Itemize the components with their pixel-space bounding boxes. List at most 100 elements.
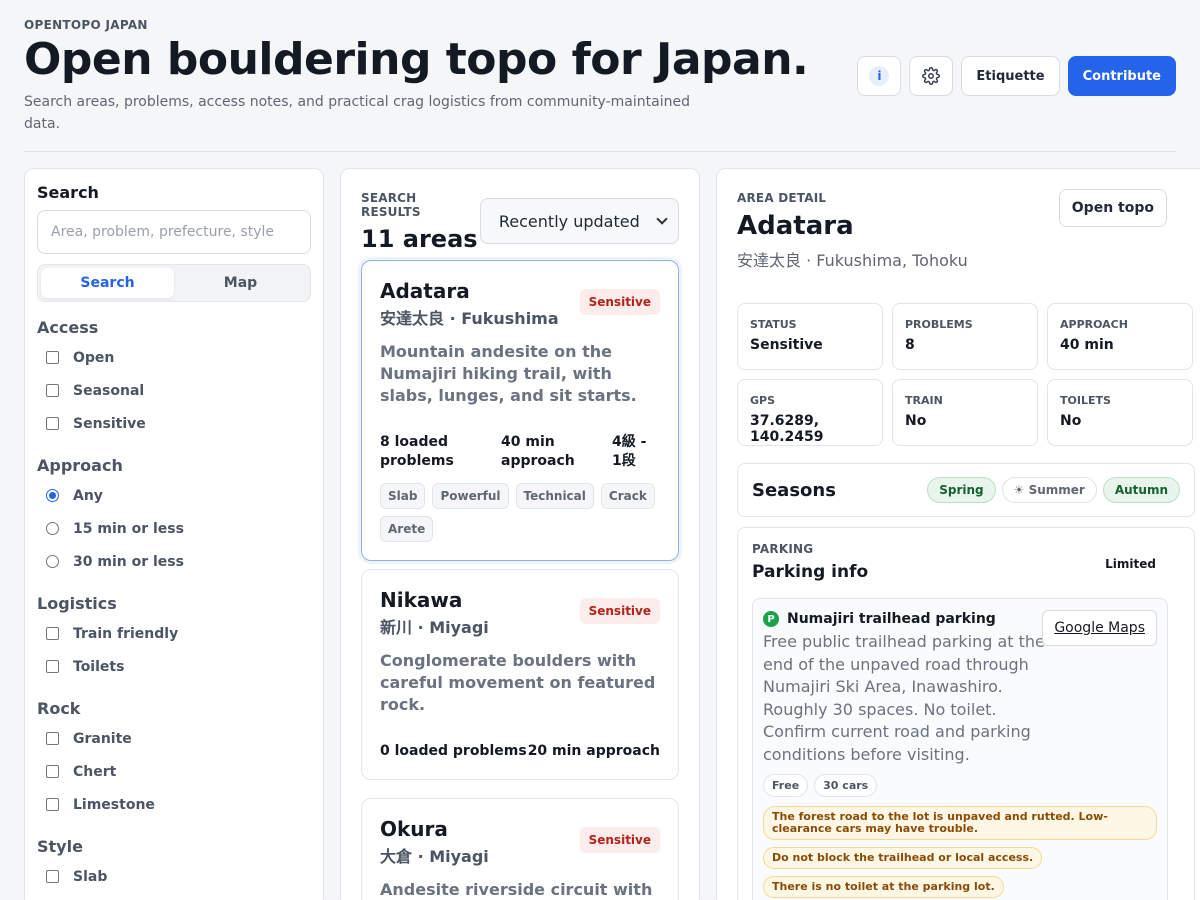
filter-option-granite[interactable]: Granite	[37, 722, 311, 755]
checkbox[interactable]	[46, 732, 59, 745]
chevron-down-icon	[656, 213, 668, 225]
detail-area-location: 安達太良 · Fukushima, Tohoku	[737, 251, 968, 270]
open-topo-button[interactable]: Open topo	[1058, 189, 1167, 227]
area-card-description: Mountain andesite on the Numajiri hiking…	[380, 342, 637, 405]
info-icon: i	[869, 66, 890, 86]
stat-train: TRAIN No	[892, 379, 1038, 446]
header-divider	[24, 151, 1176, 152]
parking-lot-tags: Free 30 cars	[763, 774, 1157, 797]
google-maps-link[interactable]: Google Maps	[1042, 610, 1157, 646]
filter-group-approach: Approach	[37, 456, 123, 475]
parking-tag: Free	[763, 774, 809, 797]
sort-value: Recently updated	[498, 211, 640, 231]
filter-option-30min[interactable]: 30 min or less	[37, 545, 311, 578]
area-card-stats: 0 loaded problems 20 min approach	[380, 742, 660, 761]
settings-button[interactable]	[909, 56, 954, 96]
filter-option-15min[interactable]: 15 min or less	[37, 512, 311, 545]
season-pills: Spring ☀ Summer Autumn	[927, 477, 1180, 503]
status-badge: Sensitive	[579, 598, 660, 624]
checkbox[interactable]	[46, 660, 59, 673]
tab-map[interactable]: Map	[174, 268, 307, 298]
approach-time: 40 min approach	[501, 434, 575, 469]
parking-warning: The forest road to the lot is unpaved an…	[763, 806, 1157, 840]
parking-tag: 30 cars	[814, 774, 878, 797]
view-toggle: Search Map	[37, 264, 311, 302]
filter-group-rock: Rock	[37, 699, 81, 718]
area-card-description: Andesite riverside circuit with	[380, 880, 653, 899]
info-button[interactable]: i	[857, 56, 902, 96]
filter-option-chert[interactable]: Chert	[37, 755, 311, 788]
radio[interactable]	[46, 555, 59, 568]
etiquette-button[interactable]: Etiquette	[961, 56, 1060, 96]
style-tag: Arete	[380, 516, 434, 542]
area-card-description: Conglomerate boulders with careful movem…	[380, 651, 656, 714]
parking-warning: There is no toilet at the parking lot.	[763, 876, 1004, 898]
results-label: SEARCH RESULTS	[361, 191, 421, 219]
filter-option-any[interactable]: Any	[37, 479, 311, 512]
seasons-card: Seasons Spring ☀ Summer Autumn	[737, 463, 1195, 517]
contribute-button[interactable]: Contribute	[1067, 56, 1176, 96]
radio-selected[interactable]	[46, 489, 59, 502]
stat-gps: GPS 37.6289, 140.2459	[737, 379, 883, 446]
filter-group-logistics: Logistics	[37, 594, 117, 613]
filter-option-limestone[interactable]: Limestone	[37, 788, 311, 821]
problem-count: 8 loaded problems	[380, 434, 454, 469]
filter-option-open[interactable]: Open	[37, 341, 311, 374]
parking-icon: P	[763, 611, 779, 627]
page-header: OPENTOPO JAPAN Open bouldering topo for …	[24, 18, 1176, 135]
checkbox[interactable]	[46, 627, 59, 640]
parking-lot-description: Free public trailhead parking at the end…	[763, 632, 1045, 764]
style-tags: Slab Powerful Technical Crack Arete	[380, 483, 660, 542]
area-card-nikawa[interactable]: Nikawa 新川 · Miyagi Sensitive Conglomerat…	[361, 569, 679, 780]
parking-card: PARKING Parking info Limited P Numajiri …	[737, 527, 1195, 900]
results-panel: SEARCH RESULTS 11 areas Recently updated…	[340, 168, 700, 900]
style-tag: Technical	[515, 483, 594, 509]
checkbox[interactable]	[46, 417, 59, 430]
sort-select[interactable]: Recently updated	[479, 198, 679, 244]
style-tag: Powerful	[432, 483, 509, 509]
results-count: 11 areas	[361, 225, 478, 253]
radio[interactable]	[46, 522, 59, 535]
style-tag: Crack	[600, 483, 655, 509]
season-pill-summer: ☀ Summer	[1001, 477, 1097, 503]
filter-option-sensitive[interactable]: Sensitive	[37, 407, 311, 440]
parking-status: Limited	[1105, 557, 1156, 571]
gear-icon	[922, 67, 941, 85]
area-card-stats: 8 loaded problems 40 min approach 4級 - 1…	[380, 433, 660, 471]
filter-option-toilets[interactable]: Toilets	[37, 650, 311, 683]
season-pill-autumn: Autumn	[1102, 477, 1180, 503]
stat-approach: APPROACH 40 min	[1047, 303, 1193, 370]
area-card-adatara[interactable]: Adatara 安達太良 · Fukushima Sensitive Mount…	[361, 260, 679, 561]
style-tag: Slab	[380, 483, 426, 509]
filter-option-train[interactable]: Train friendly	[37, 617, 311, 650]
stat-toilets: TOILETS No	[1047, 379, 1193, 446]
search-input[interactable]	[37, 210, 311, 254]
checkbox[interactable]	[46, 765, 59, 778]
detail-stats: STATUS Sensitive PROBLEMS 8 APPROACH 40 min…	[737, 303, 1193, 446]
filter-option-seasonal[interactable]: Seasonal	[37, 374, 311, 407]
season-pill-spring: Spring	[927, 477, 996, 503]
status-badge: Sensitive	[579, 827, 660, 853]
checkbox[interactable]	[46, 351, 59, 364]
area-detail-panel: AREA DETAIL Adatara 安達太良 · Fukushima, To…	[716, 168, 1200, 900]
search-label: Search	[37, 183, 99, 202]
tab-search[interactable]: Search	[41, 268, 174, 298]
grade-range: 4級 - 1段	[612, 434, 647, 469]
parking-lot-name: Numajiri trailhead parking	[787, 611, 996, 627]
checkbox[interactable]	[46, 870, 59, 883]
filter-group-style: Style	[37, 837, 83, 856]
seasons-title: Seasons	[752, 479, 836, 501]
area-card-okura[interactable]: Okura 大倉 · Miyagi Sensitive Andesite riv…	[361, 798, 679, 900]
parking-label: PARKING	[752, 542, 814, 556]
parking-warning: Do not block the trailhead or local acce…	[763, 847, 1043, 869]
filter-option-slab[interactable]: Slab	[37, 860, 311, 893]
stat-problems: PROBLEMS 8	[892, 303, 1038, 370]
filter-group-access: Access	[37, 318, 99, 337]
checkbox[interactable]	[46, 798, 59, 811]
status-badge: Sensitive	[579, 289, 660, 315]
parking-warnings: The forest road to the lot is unpaved an…	[763, 806, 1157, 898]
approach-time: 20 min approach	[527, 743, 660, 759]
checkbox[interactable]	[46, 384, 59, 397]
page-subtitle: Search areas, problems, access notes, an…	[24, 94, 690, 132]
filters-panel: Search Search Map Access Open Seasonal S…	[24, 168, 324, 900]
